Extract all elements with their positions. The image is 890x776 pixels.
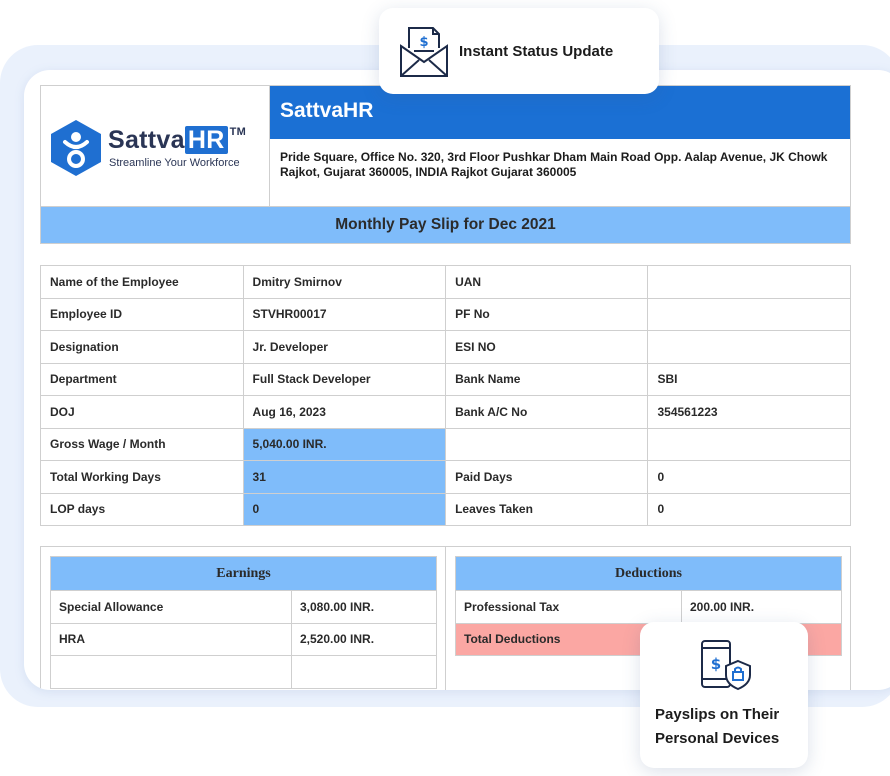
earning-amount: 2,520.00 INR. — [291, 622, 437, 656]
info-label: PF No — [445, 297, 649, 331]
info-label: Bank Name — [445, 362, 649, 396]
info-label: LOP days — [40, 492, 244, 526]
info-value: 0 — [242, 492, 447, 526]
sattva-logo-icon — [51, 120, 101, 176]
payslip-panel: Sattva HR TM Streamline Your Workforce Sat… — [24, 70, 890, 690]
earning-label — [50, 655, 292, 689]
info-label: Paid Days — [445, 460, 649, 494]
table-row: DOJ Aug 16, 2023 Bank A/C No 354561223 — [40, 395, 851, 429]
table-row: Name of the Employee Dmitry Smirnov UAN — [40, 265, 851, 299]
info-value: 0 — [647, 492, 851, 526]
devices-label-line1: Payslips on Their — [655, 706, 780, 723]
info-value: Jr. Developer — [242, 330, 447, 364]
earning-amount — [291, 655, 437, 689]
table-row: Department Full Stack Developer Bank Name S… — [40, 362, 851, 396]
section-divider — [445, 547, 446, 690]
info-value — [647, 427, 851, 461]
info-value — [647, 265, 851, 299]
payslip-title: Monthly Pay Slip for Dec 2021 — [40, 206, 851, 244]
info-label: Leaves Taken — [445, 492, 649, 526]
table-row: HRA 2,520.00 INR. — [50, 622, 437, 656]
info-value: 354561223 — [647, 395, 851, 429]
table-row: Designation Jr. Developer ESI NO — [40, 330, 851, 364]
info-value: Full Stack Developer — [242, 362, 447, 396]
svg-text:$: $ — [711, 655, 721, 673]
employee-info-table: Name of the Employee Dmitry Smirnov UAN Emp… — [40, 265, 851, 526]
deduction-amount: 200.00 INR. — [681, 590, 842, 624]
payslip-header: Sattva HR TM Streamline Your Workforce Sat… — [40, 85, 851, 208]
info-value: Dmitry Smirnov — [242, 265, 447, 299]
company-address: Pride Square, Office No. 320, 3rd Floor … — [280, 150, 828, 179]
table-row: Special Allowance 3,080.00 INR. — [50, 590, 437, 624]
table-row: LOP days 0 Leaves Taken 0 — [40, 492, 851, 526]
table-row: Total Working Days 31 Paid Days 0 — [40, 460, 851, 494]
info-label: UAN — [445, 265, 649, 299]
deduction-label: Professional Tax — [455, 590, 682, 624]
info-value — [647, 297, 851, 331]
info-label — [445, 427, 649, 461]
info-label: Employee ID — [40, 297, 244, 331]
info-value: 0 — [647, 460, 851, 494]
devices-label-line2: Personal Devices — [655, 730, 780, 747]
info-label: DOJ — [40, 395, 244, 429]
info-value: Aug 16, 2023 — [242, 395, 447, 429]
earnings-table: Earnings Special Allowance 3,080.00 INR.… — [50, 556, 437, 689]
instant-status-label: Instant Status Update — [459, 43, 614, 60]
info-value: SBI — [647, 362, 851, 396]
earnings-title: Earnings — [50, 556, 437, 591]
info-label: ESI NO — [445, 330, 649, 364]
brand-name: Sattva HR TM — [108, 126, 247, 154]
brand-hr: HR — [184, 126, 228, 154]
trademark: TM — [229, 126, 247, 138]
info-label: Designation — [40, 330, 244, 364]
instant-status-card: $ Instant Status Update — [379, 8, 659, 94]
earning-label: HRA — [50, 622, 292, 656]
envelope-invoice-icon: $ — [400, 27, 448, 77]
table-row: Professional Tax 200.00 INR. — [455, 590, 842, 624]
brand-tagline: Streamline Your Workforce — [109, 157, 240, 169]
info-label: Total Working Days — [40, 460, 244, 494]
info-label: Name of the Employee — [40, 265, 244, 299]
personal-devices-card: $ Payslips on Their Personal Devices — [640, 622, 808, 768]
info-value: 31 — [242, 460, 447, 494]
table-row: Gross Wage / Month 5,040.00 INR. — [40, 427, 851, 461]
table-row — [50, 655, 437, 689]
info-value: STVHR00017 — [242, 297, 447, 331]
info-label: Gross Wage / Month — [40, 427, 244, 461]
deductions-title: Deductions — [455, 556, 842, 591]
earning-label: Special Allowance — [50, 590, 292, 624]
info-value: 5,040.00 INR. — [242, 427, 447, 461]
info-label: Department — [40, 362, 244, 396]
phone-lock-icon: $ — [701, 640, 751, 691]
table-row: Employee ID STVHR00017 PF No — [40, 297, 851, 331]
earning-amount: 3,080.00 INR. — [291, 590, 437, 624]
info-value — [647, 330, 851, 364]
company-logo: Sattva HR TM Streamline Your Workforce — [41, 86, 270, 207]
info-label: Bank A/C No — [445, 395, 649, 429]
svg-text:$: $ — [419, 35, 428, 50]
